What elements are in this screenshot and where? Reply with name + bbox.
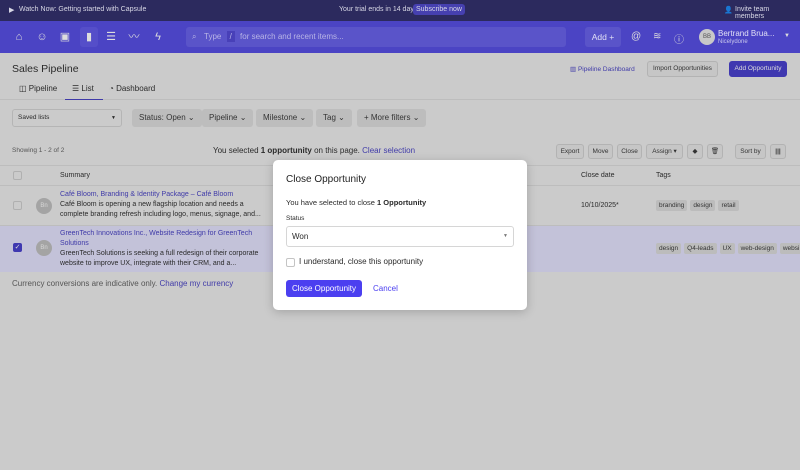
opportunity-description: GreenTech Solutions is seeking a full re… bbox=[60, 250, 259, 257]
trial-banner: ▶ Watch Now: Getting started with Capsul… bbox=[0, 0, 800, 21]
close-opportunity-dialog: Close Opportunity You have selected to c… bbox=[273, 160, 527, 310]
chevron-down-icon: ▼ bbox=[503, 233, 508, 239]
pipeline-dashboard-link[interactable]: ▥ Pipeline Dashboard bbox=[570, 65, 635, 73]
milestone-filter[interactable]: Milestone ⌄ bbox=[256, 109, 314, 127]
trial-text: Your trial ends in 14 days bbox=[339, 6, 418, 13]
pipeline-filter[interactable]: Pipeline ⌄ bbox=[202, 109, 254, 127]
chart-icon[interactable]: 〰 bbox=[126, 29, 142, 45]
list-icon[interactable]: ☰ bbox=[103, 29, 119, 45]
row-checkbox[interactable] bbox=[13, 201, 22, 210]
clear-selection-link[interactable]: Clear selection bbox=[362, 146, 415, 155]
opportunity-description: Café Bloom is opening a new flagship loc… bbox=[60, 201, 244, 208]
close-opportunity-button[interactable]: Close Opportunity bbox=[286, 280, 362, 297]
invite-icon[interactable]: 👤 bbox=[724, 6, 733, 14]
more-filters-button[interactable]: + More filters ⌄ bbox=[357, 109, 427, 127]
selection-message: You selected 1 opportunity on this page.… bbox=[213, 146, 416, 155]
avatar: Bn bbox=[36, 240, 52, 256]
user-name[interactable]: Bertrand Brua... bbox=[718, 29, 774, 38]
bolt-icon[interactable]: ϟ bbox=[150, 29, 166, 45]
user-org: Nicelydone bbox=[718, 39, 748, 45]
feed-icon[interactable]: ≋ bbox=[653, 31, 661, 42]
play-icon[interactable]: ▶ bbox=[9, 6, 14, 14]
opportunity-link[interactable]: Café Bloom, Branding & Identity Package … bbox=[60, 191, 233, 198]
sort-by-button[interactable]: Sort by bbox=[735, 144, 766, 159]
mention-icon[interactable]: @ bbox=[631, 31, 641, 42]
move-button[interactable]: Move bbox=[588, 144, 613, 159]
chevron-down-icon[interactable]: ▼ bbox=[784, 33, 790, 39]
summary-header: Summary bbox=[60, 172, 90, 179]
confirm-checkbox[interactable] bbox=[286, 258, 295, 267]
search-input[interactable]: ⌕ Type / for search and recent items... bbox=[186, 27, 566, 47]
user-avatar[interactable]: BB bbox=[699, 29, 715, 45]
tag-filter[interactable]: Tag ⌄ bbox=[316, 109, 352, 127]
row-checkbox-checked[interactable]: ✓ bbox=[13, 243, 22, 252]
opportunity-description: website to improve UX, integrate with th… bbox=[60, 260, 237, 267]
person-icon[interactable]: ☺ bbox=[34, 29, 50, 45]
search-icon: ⌕ bbox=[192, 32, 197, 41]
close-date: 10/10/2025* bbox=[581, 202, 619, 209]
subscribe-button[interactable]: Subscribe now bbox=[413, 4, 465, 15]
opportunity-link[interactable]: Solutions bbox=[60, 240, 89, 247]
help-icon[interactable]: ⓘ bbox=[674, 31, 684, 46]
import-opportunities-button[interactable]: Import Opportunities bbox=[647, 61, 718, 77]
pipeline-icon[interactable]: ▮ bbox=[80, 27, 98, 47]
dialog-title: Close Opportunity bbox=[286, 174, 367, 185]
invite-link[interactable]: Invite team members bbox=[735, 6, 800, 20]
home-icon[interactable]: ⌂ bbox=[11, 29, 27, 45]
change-currency-link[interactable]: Change my currency bbox=[159, 279, 233, 288]
page-title: Sales Pipeline bbox=[12, 63, 79, 75]
tag-list: branding design retail bbox=[656, 200, 742, 211]
dialog-message: You have selected to close 1 Opportunity bbox=[286, 198, 427, 207]
currency-note: Currency conversions are indicative only… bbox=[12, 279, 234, 288]
tag-icon[interactable]: ◆ bbox=[687, 144, 703, 159]
tag: branding bbox=[656, 200, 688, 211]
add-button[interactable]: Add + bbox=[585, 27, 621, 47]
showing-count: Showing 1 - 2 of 2 bbox=[12, 147, 65, 154]
tag: UX bbox=[719, 243, 735, 254]
select-all-checkbox[interactable] bbox=[13, 171, 22, 180]
close-button[interactable]: Close bbox=[617, 144, 642, 159]
calendar-icon[interactable]: ▣ bbox=[57, 29, 73, 45]
tag-list: design Q4-leads UX web-design websi bbox=[656, 243, 800, 254]
saved-lists-select[interactable]: Saved lists ▼ bbox=[12, 109, 122, 127]
tab-list[interactable]: ☰ List bbox=[65, 84, 103, 100]
status-label: Status bbox=[286, 215, 305, 222]
tag: design bbox=[656, 243, 682, 254]
divider bbox=[0, 99, 800, 100]
close-date-header: Close date bbox=[581, 172, 615, 179]
watch-now-link[interactable]: Watch Now: Getting started with Capsule bbox=[19, 6, 146, 13]
chevron-down-icon: ▼ bbox=[111, 115, 116, 121]
confirm-label[interactable]: I understand, close this opportunity bbox=[299, 257, 423, 266]
opportunity-description: complete branding refresh including logo… bbox=[60, 211, 261, 218]
cancel-button[interactable]: Cancel bbox=[373, 284, 398, 293]
tab-dashboard[interactable]: ◔ Dashboard bbox=[109, 84, 155, 93]
assign-button[interactable]: Assign ▾ bbox=[646, 144, 683, 159]
tag: websi bbox=[779, 243, 800, 254]
tag: retail bbox=[718, 200, 739, 211]
columns-icon[interactable]: ||| bbox=[770, 144, 786, 159]
tag: web-design bbox=[737, 243, 777, 254]
status-filter[interactable]: Status: Open ⌄ bbox=[132, 109, 202, 127]
status-select[interactable]: Won ▼ bbox=[286, 226, 514, 247]
tab-pipeline[interactable]: ◫ Pipeline bbox=[19, 84, 57, 93]
export-button[interactable]: Export bbox=[556, 144, 584, 159]
trash-icon[interactable]: 🗑 bbox=[707, 144, 723, 159]
avatar: Bn bbox=[36, 198, 52, 214]
tags-header: Tags bbox=[656, 172, 671, 179]
opportunity-link[interactable]: GreenTech Innovations Inc., Website Rede… bbox=[60, 230, 252, 237]
tag: design bbox=[690, 200, 716, 211]
add-opportunity-button[interactable]: Add Opportunity bbox=[729, 61, 787, 77]
tag: Q4-leads bbox=[684, 243, 717, 254]
